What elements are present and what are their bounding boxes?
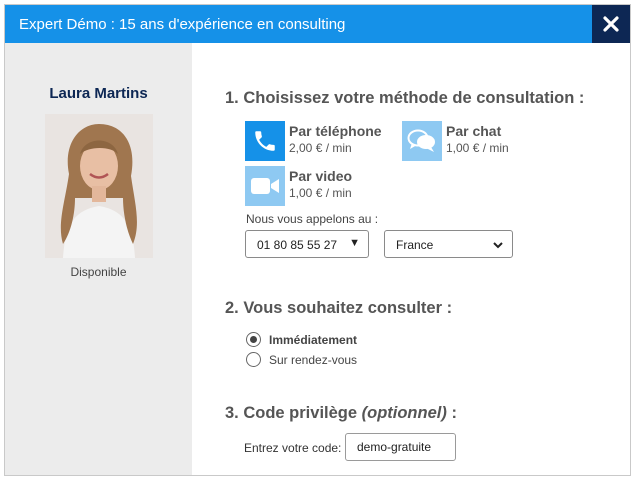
phone-icon: [255, 131, 275, 151]
radio-immediate-label: Immédiatement: [269, 333, 358, 347]
section-code-title: 3. Code privilège (optionnel) :: [225, 404, 457, 422]
chevron-down-icon: [493, 242, 503, 249]
method-phone-option[interactable]: Par téléphone 2,00 € / min: [245, 121, 385, 161]
country-select[interactable]: France: [384, 230, 513, 258]
consultation-form: 1. Choisissez votre méthode de consultat…: [192, 43, 630, 475]
radio-appointment-label: Sur rendez-vous: [269, 353, 358, 367]
method-phone-price: 2,00 € / min: [289, 141, 352, 155]
radio-immediate[interactable]: [246, 332, 261, 347]
modal-title: Expert Démo : 15 ans d'expérience en con…: [19, 16, 346, 33]
method-video-option[interactable]: Par video 1,00 € / min: [245, 166, 375, 206]
callback-label: Nous vous appelons au :: [246, 212, 379, 226]
radio-appointment[interactable]: [246, 352, 261, 367]
phone-number-select[interactable]: 01 80 85 55 27 ▼: [245, 230, 369, 258]
video-camera-icon: [251, 178, 279, 194]
close-button[interactable]: [592, 5, 630, 43]
consultation-modal: Expert Démo : 15 ans d'expérience en con…: [4, 4, 631, 476]
method-phone-label: Par téléphone: [289, 123, 382, 139]
method-video-label: Par video: [289, 168, 353, 184]
method-chat-price: 1,00 € / min: [446, 141, 509, 155]
expert-photo: [45, 114, 153, 258]
close-icon: [603, 16, 619, 32]
dropdown-arrow-icon: ▼: [349, 237, 360, 249]
expert-name: Laura Martins: [49, 85, 148, 102]
section-method-title: 1. Choisissez votre méthode de consultat…: [225, 89, 585, 107]
method-chat-option[interactable]: Par chat 1,00 € / min: [402, 121, 532, 161]
chat-bubbles-icon: [407, 129, 435, 152]
promo-code-input[interactable]: [345, 433, 456, 461]
method-video-price: 1,00 € / min: [289, 186, 352, 200]
phone-number-value: 01 80 85 55 27: [257, 238, 338, 252]
promo-code-label: Entrez votre code:: [244, 441, 342, 455]
availability-status: Disponible: [70, 265, 127, 279]
expert-sidebar: Laura Martins Disponible: [5, 43, 192, 475]
section-timing-title: 2. Vous souhaitez consulter :: [225, 299, 453, 317]
country-value: France: [396, 238, 434, 252]
modal-header: Expert Démo : 15 ans d'expérience en con…: [5, 5, 630, 43]
method-chat-label: Par chat: [446, 123, 502, 139]
